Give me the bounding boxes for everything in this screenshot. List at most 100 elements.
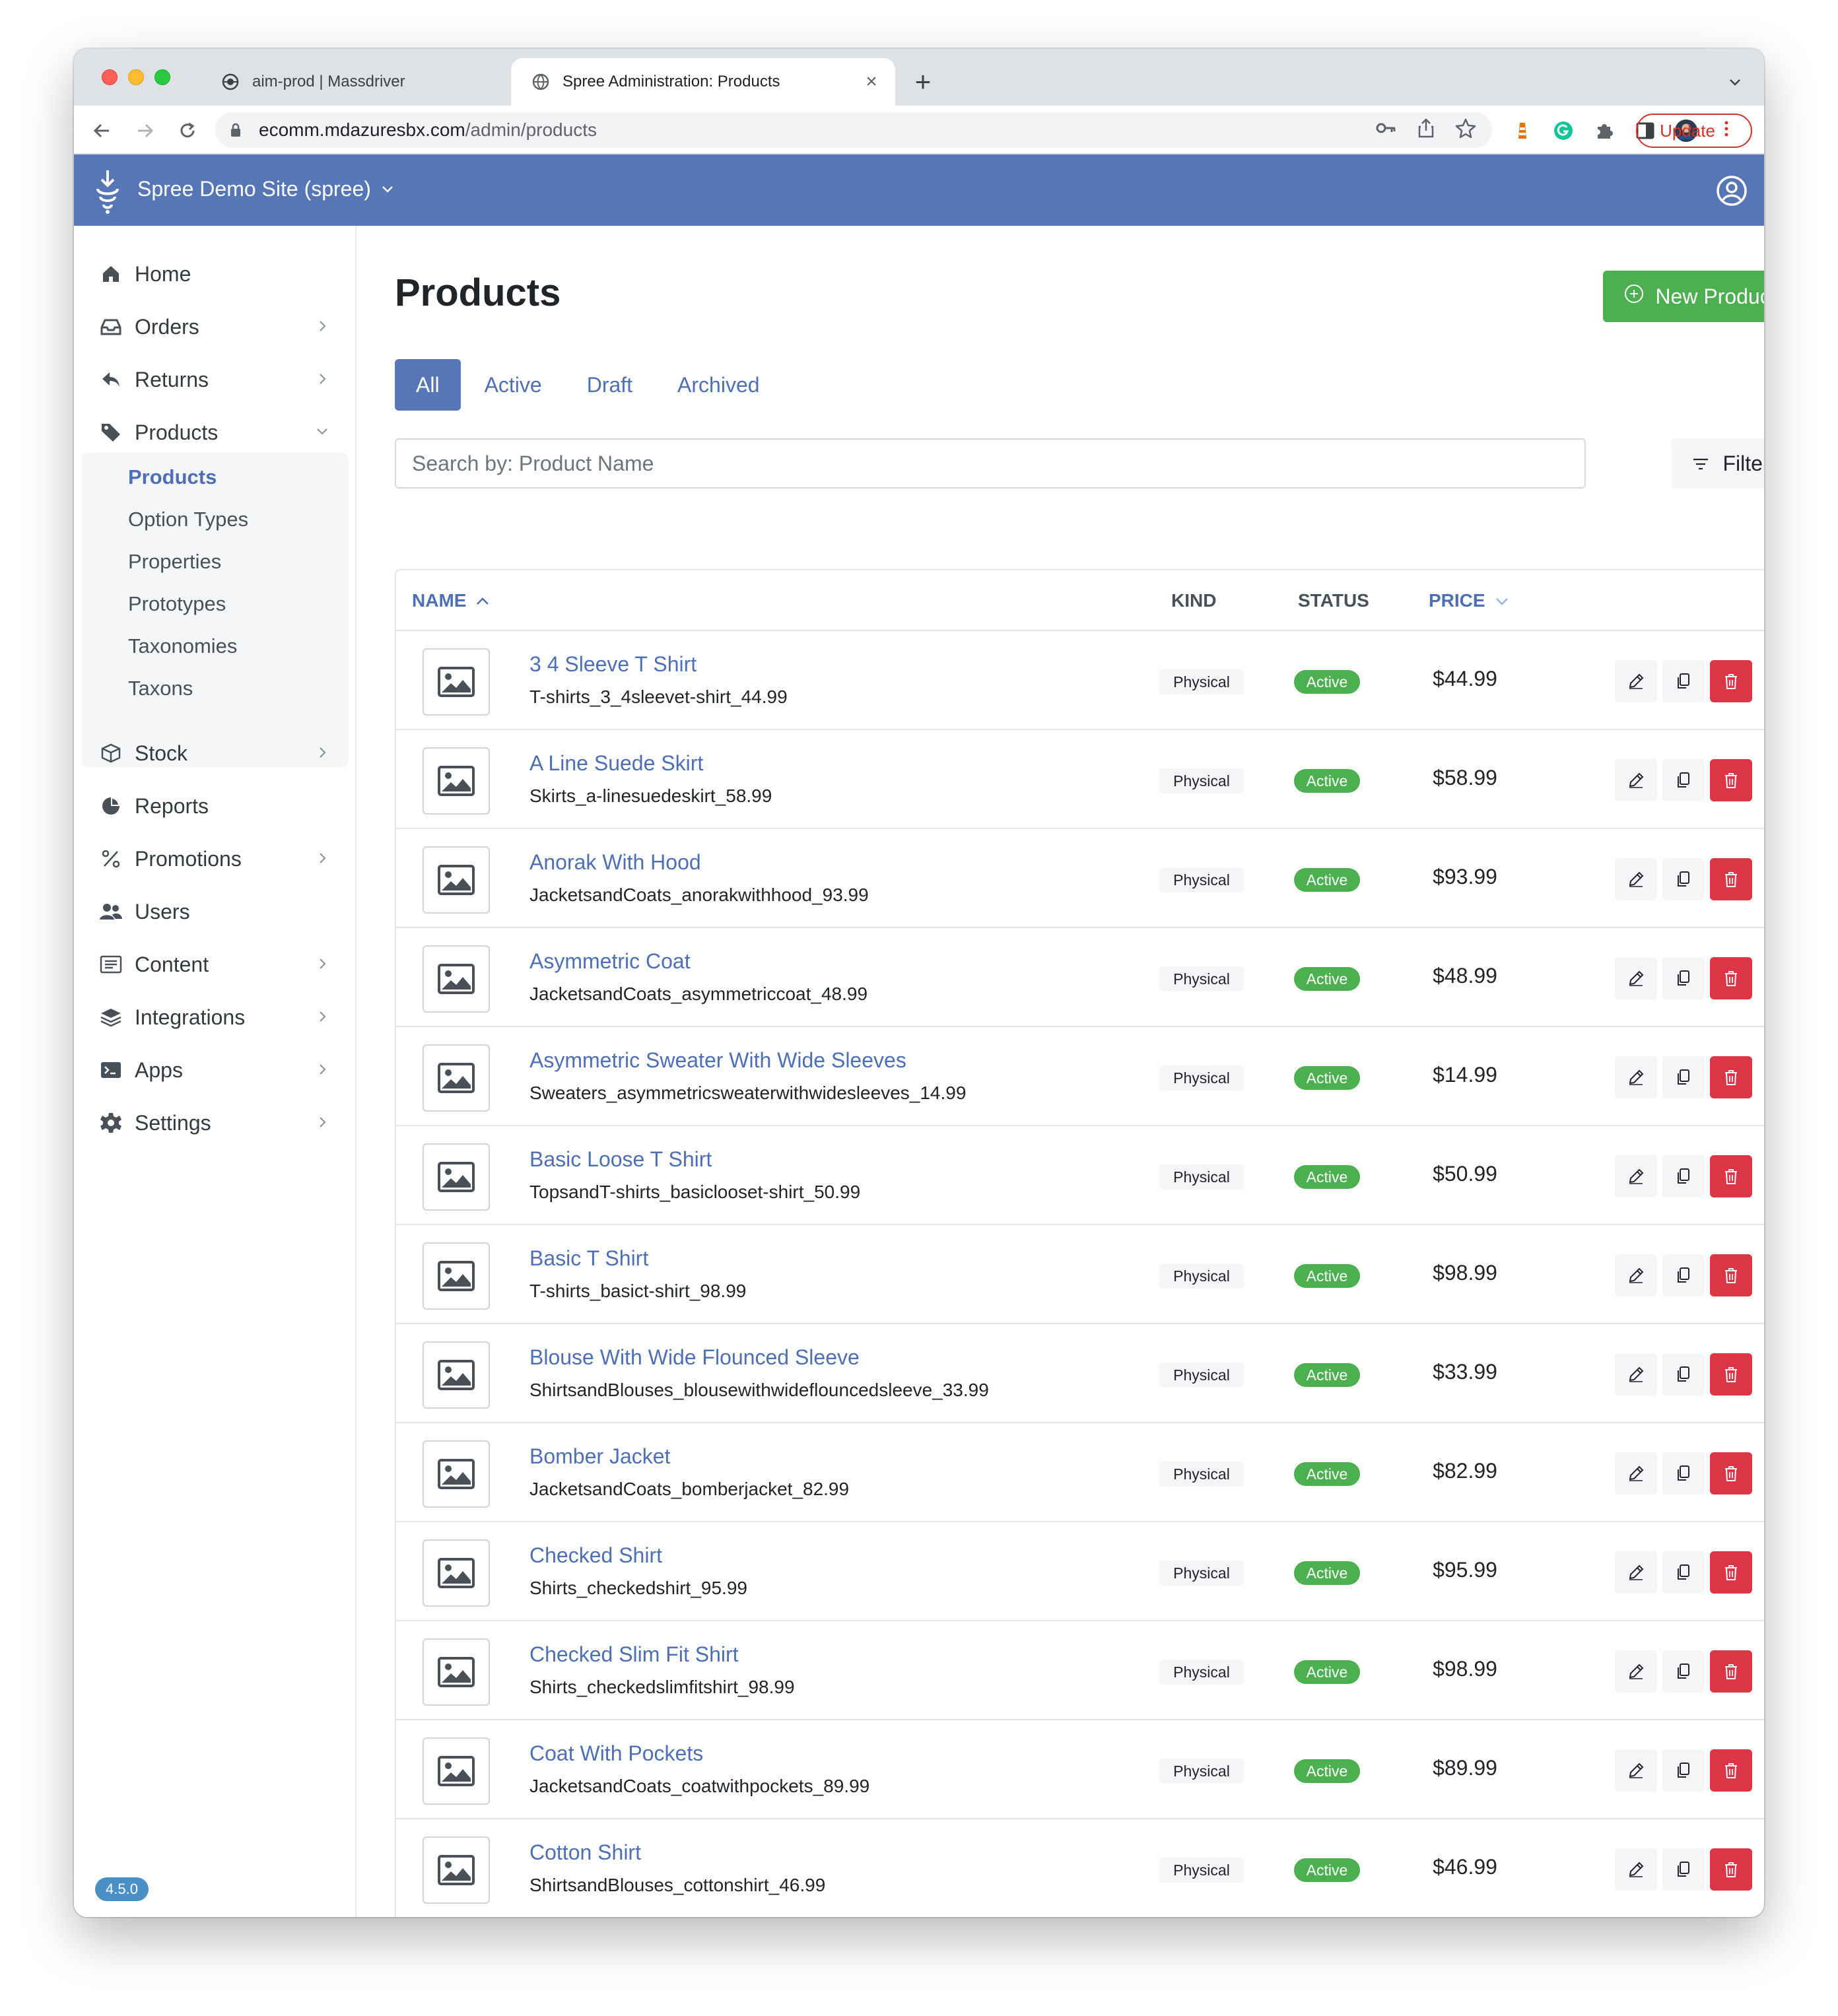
edit-button[interactable] <box>1615 1848 1657 1891</box>
extensions-puzzle-icon[interactable] <box>1592 119 1616 143</box>
product-image-placeholder-icon[interactable] <box>423 1044 490 1112</box>
sidebar-item-reports[interactable]: Reports <box>82 784 349 828</box>
tab-search-chevron-icon[interactable] <box>1724 71 1746 92</box>
clone-button[interactable] <box>1662 660 1705 702</box>
product-image-placeholder-icon[interactable] <box>423 1737 490 1805</box>
tab-all[interactable]: All <box>395 359 461 411</box>
account-icon[interactable] <box>1715 174 1748 207</box>
edit-button[interactable] <box>1615 1254 1657 1296</box>
edit-button[interactable] <box>1615 1155 1657 1197</box>
sidebar-item-orders[interactable]: Orders <box>82 305 349 349</box>
delete-button[interactable] <box>1710 858 1752 900</box>
sidebar-subitem-taxonomies[interactable]: Taxonomies <box>128 630 237 663</box>
edit-button[interactable] <box>1615 1353 1657 1395</box>
clone-button[interactable] <box>1662 1650 1705 1693</box>
address-bar[interactable]: ecomm.mdazuresbx.com/admin/products <box>215 112 1492 148</box>
clone-button[interactable] <box>1662 759 1705 801</box>
edit-button[interactable] <box>1615 1056 1657 1098</box>
update-button[interactable]: Update <box>1636 114 1752 148</box>
sidebar-item-settings[interactable]: Settings <box>82 1101 349 1145</box>
tab-archived[interactable]: Archived <box>656 359 781 411</box>
store-switcher[interactable]: Spree Demo Site (spree) <box>137 177 395 201</box>
product-name-link[interactable]: Blouse With Wide Flounced Sleeve <box>529 1345 860 1370</box>
lighthouse-extension-icon[interactable] <box>1511 119 1534 143</box>
minimize-window-button[interactable] <box>128 69 144 85</box>
sidebar-item-stock[interactable]: Stock <box>82 731 349 775</box>
product-name-link[interactable]: Checked Slim Fit Shirt <box>529 1642 739 1667</box>
edit-button[interactable] <box>1615 1749 1657 1792</box>
product-name-link[interactable]: Checked Shirt <box>529 1543 662 1568</box>
product-image-placeholder-icon[interactable] <box>423 1440 490 1508</box>
grammarly-extension-icon[interactable] <box>1551 119 1575 143</box>
tab-draft[interactable]: Draft <box>566 359 654 411</box>
delete-button[interactable] <box>1710 1254 1752 1296</box>
edit-button[interactable] <box>1615 1650 1657 1693</box>
product-name-link[interactable]: Cotton Shirt <box>529 1840 641 1865</box>
sidebar-item-returns[interactable]: Returns <box>82 358 349 401</box>
forward-button[interactable] <box>132 118 158 144</box>
product-image-placeholder-icon[interactable] <box>423 1638 490 1706</box>
product-image-placeholder-icon[interactable] <box>423 1143 490 1211</box>
filters-button[interactable]: Filters <box>1672 438 1764 488</box>
zoom-window-button[interactable] <box>154 69 170 85</box>
product-name-link[interactable]: Asymmetric Sweater With Wide Sleeves <box>529 1048 906 1073</box>
product-image-placeholder-icon[interactable] <box>423 1341 490 1409</box>
delete-button[interactable] <box>1710 1056 1752 1098</box>
clone-button[interactable] <box>1662 957 1705 999</box>
sidebar-item-products[interactable]: Products <box>82 411 349 454</box>
close-tab-icon[interactable]: × <box>862 71 881 92</box>
edit-button[interactable] <box>1615 660 1657 702</box>
product-name-link[interactable]: Asymmetric Coat <box>529 949 691 974</box>
new-product-button[interactable]: New Product <box>1603 271 1764 322</box>
sidebar-item-integrations[interactable]: Integrations <box>82 995 349 1039</box>
clone-button[interactable] <box>1662 1155 1705 1197</box>
clone-button[interactable] <box>1662 1551 1705 1594</box>
product-name-link[interactable]: Anorak With Hood <box>529 850 701 875</box>
product-image-placeholder-icon[interactable] <box>423 1242 490 1310</box>
delete-button[interactable] <box>1710 1353 1752 1395</box>
product-name-link[interactable]: A Line Suede Skirt <box>529 751 703 776</box>
spree-logo-icon[interactable] <box>91 168 124 215</box>
edit-button[interactable] <box>1615 1452 1657 1495</box>
close-window-button[interactable] <box>102 69 118 85</box>
delete-button[interactable] <box>1710 1551 1752 1594</box>
sidebar-subitem-option-types[interactable]: Option Types <box>128 503 248 536</box>
back-button[interactable] <box>88 118 115 144</box>
product-name-link[interactable]: Basic T Shirt <box>529 1246 648 1271</box>
sidebar-item-content[interactable]: Content <box>82 943 349 986</box>
clone-button[interactable] <box>1662 1056 1705 1098</box>
product-name-link[interactable]: Basic Loose T Shirt <box>529 1147 712 1172</box>
product-name-link[interactable]: Coat With Pockets <box>529 1741 703 1766</box>
delete-button[interactable] <box>1710 1452 1752 1495</box>
product-image-placeholder-icon[interactable] <box>423 1836 490 1904</box>
edit-button[interactable] <box>1615 1551 1657 1594</box>
bookmark-star-icon[interactable] <box>1455 118 1476 143</box>
edit-button[interactable] <box>1615 759 1657 801</box>
new-tab-button[interactable]: + <box>910 66 936 97</box>
product-image-placeholder-icon[interactable] <box>423 945 490 1013</box>
delete-button[interactable] <box>1710 957 1752 999</box>
sidebar-item-promotions[interactable]: Promotions <box>82 837 349 881</box>
delete-button[interactable] <box>1710 660 1752 702</box>
delete-button[interactable] <box>1710 759 1752 801</box>
clone-button[interactable] <box>1662 1452 1705 1495</box>
edit-button[interactable] <box>1615 858 1657 900</box>
delete-button[interactable] <box>1710 1650 1752 1693</box>
delete-button[interactable] <box>1710 1749 1752 1792</box>
product-name-link[interactable]: 3 4 Sleeve T Shirt <box>529 652 697 677</box>
reload-button[interactable] <box>174 118 201 144</box>
clone-button[interactable] <box>1662 1848 1705 1891</box>
delete-button[interactable] <box>1710 1155 1752 1197</box>
search-input[interactable] <box>412 451 1584 476</box>
clone-button[interactable] <box>1662 1353 1705 1395</box>
column-header-price[interactable]: PRICE <box>1429 590 1509 611</box>
sidebar-subitem-prototypes[interactable]: Prototypes <box>128 588 226 621</box>
tab-active[interactable]: Active <box>463 359 563 411</box>
clone-button[interactable] <box>1662 1749 1705 1792</box>
product-image-placeholder-icon[interactable] <box>423 747 490 815</box>
delete-button[interactable] <box>1710 1848 1752 1891</box>
product-name-link[interactable]: Bomber Jacket <box>529 1444 670 1469</box>
share-icon[interactable] <box>1417 118 1435 143</box>
browser-tab-spree[interactable]: Spree Administration: Products × <box>511 58 895 106</box>
sidebar-item-home[interactable]: Home <box>82 252 349 296</box>
